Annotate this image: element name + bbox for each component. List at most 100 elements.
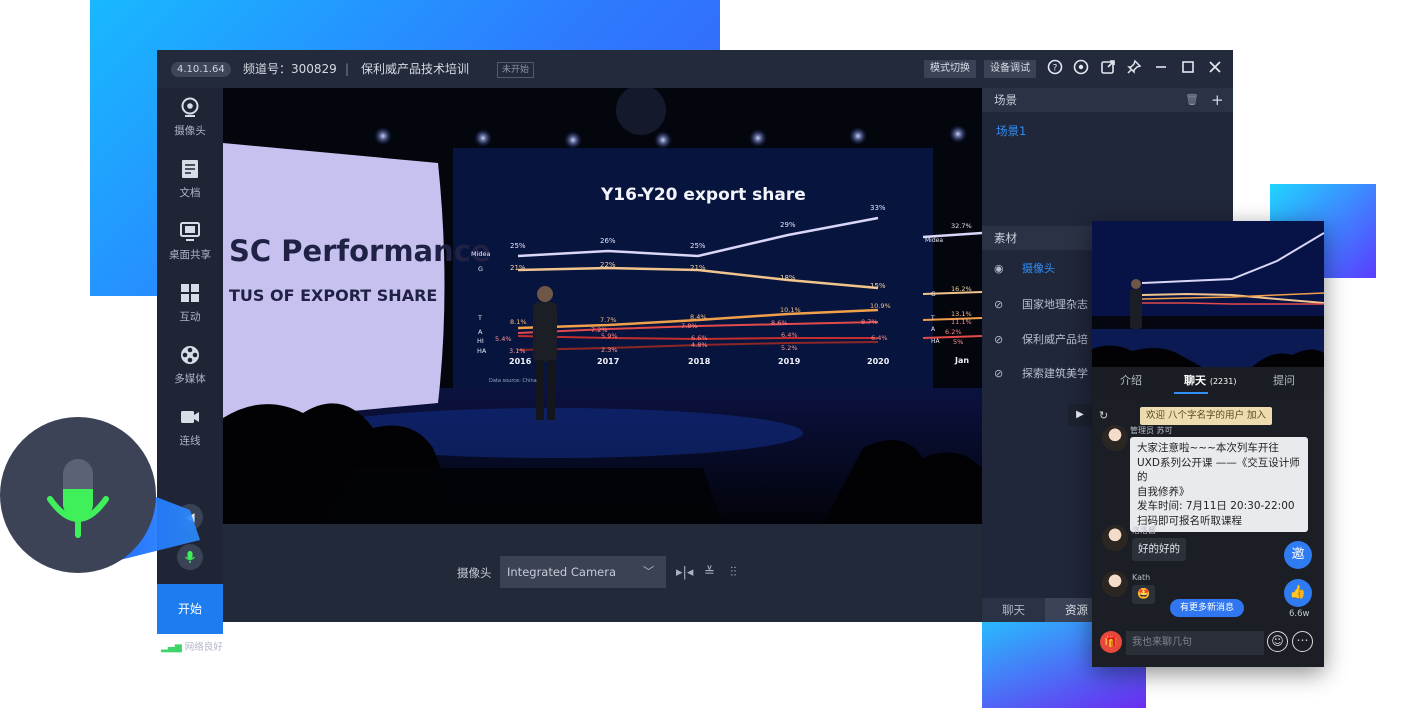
title-separator: | <box>345 62 350 76</box>
tab-chat[interactable]: 聊天 (2231) <box>1184 367 1236 395</box>
source-note: Data source: China <box>489 378 537 384</box>
microphone-icon <box>47 459 109 538</box>
mirror-horizontal-icon[interactable]: ▸|◂ <box>676 565 693 580</box>
microphone-button[interactable] <box>177 544 203 570</box>
sidebar-item-label: 文档 <box>179 187 201 199</box>
tab-chat[interactable]: 聊天 <box>982 598 1045 622</box>
chat-count: (2231) <box>1209 377 1237 386</box>
scene-item-1[interactable]: 场景1 <box>996 123 1026 139</box>
start-button[interactable]: 开始 <box>157 584 223 634</box>
sidebar-item-label: 连线 <box>179 435 201 447</box>
sidebar-item-screen-share[interactable]: 桌面共享 <box>157 212 223 274</box>
material-item[interactable]: ⊘ 国家地理杂志 <box>994 296 1088 312</box>
year-label: Jan <box>955 356 970 365</box>
tab-chat-label: 聊天 <box>1184 374 1206 387</box>
sidebar-item-camera[interactable]: 摄像头 <box>157 88 223 150</box>
document-icon <box>178 158 202 182</box>
version-badge: 4.10.1.64 <box>171 62 231 77</box>
series-label: T <box>931 315 935 322</box>
signal-icon: ▂▄▆ <box>161 643 182 653</box>
value-label: 33% <box>870 204 886 212</box>
eye-icon: ◉ <box>994 262 1004 275</box>
value-label: 5.9% <box>601 332 618 340</box>
slide-title: SC Performance <box>229 234 491 268</box>
series-label: G <box>478 265 484 273</box>
sidebar-item-label: 多媒体 <box>174 373 206 385</box>
grid-icon <box>178 282 202 306</box>
maximize-icon[interactable] <box>1178 59 1198 79</box>
sidebar-item-connect[interactable]: 连线 <box>157 398 223 460</box>
material-item[interactable]: ◉ 摄像头 <box>994 260 1055 276</box>
value-label: 25% <box>690 242 706 250</box>
refresh-icon[interactable]: ↻ <box>1099 409 1108 422</box>
value-label: 18% <box>780 274 796 282</box>
value-label: 5.2% <box>781 344 798 352</box>
year-label: 2020 <box>867 357 890 366</box>
emoji-icon[interactable]: ☺ <box>1267 631 1288 652</box>
chat-username: 管理员 苏可 <box>1130 426 1173 435</box>
app-window: 4.10.1.64 频道号：300829 | 保利威产品技术培训 未开始 模式切… <box>157 50 1233 653</box>
value-label: 6.2% <box>945 328 962 336</box>
help-icon[interactable]: ? <box>1045 59 1065 79</box>
chat-username: 洛洛酱 <box>1132 526 1156 535</box>
trash-icon[interactable]: 🗑 <box>1185 88 1199 112</box>
avatar <box>1102 571 1128 597</box>
video-call-icon <box>178 406 202 430</box>
adjust-icon[interactable]: ⫶⫶ <box>730 565 737 580</box>
chat-message-bubble: 🤩 <box>1132 585 1156 604</box>
add-icon[interactable]: + <box>1211 88 1224 112</box>
value-label: 21% <box>510 264 526 272</box>
sidebar-item-media[interactable]: 多媒体 <box>157 336 223 398</box>
speaker-button[interactable]: ◀ <box>177 504 203 530</box>
value-label: 8.4% <box>690 313 707 321</box>
value-label: 8.1% <box>510 318 527 326</box>
series-label: A <box>478 328 483 336</box>
more-options-icon[interactable]: ⋯ <box>1292 631 1313 652</box>
chat-line: 自我修养》 <box>1137 485 1190 498</box>
value-label: 32.7% <box>951 222 972 230</box>
series-label: T <box>478 314 482 322</box>
material-item[interactable]: ⊘ 保利威产品培 <box>994 331 1088 347</box>
material-label: 探索建筑美学 <box>1022 367 1088 380</box>
material-label: 保利威产品培 <box>1022 333 1088 346</box>
value-label: 6.4% <box>871 334 888 342</box>
device-test-button[interactable]: 设备调试 <box>984 60 1036 78</box>
chat-input[interactable]: 我也来聊几句 <box>1126 631 1264 655</box>
camera-select[interactable]: Integrated Camera ﹀ <box>500 556 666 588</box>
mirror-vertical-icon[interactable]: ≚ <box>704 565 715 580</box>
pin-icon[interactable] <box>1124 59 1144 79</box>
eye-hidden-icon: ⊘ <box>994 298 1004 311</box>
play-button[interactable]: ▶ <box>1068 404 1092 426</box>
material-item[interactable]: ⊘ 探索建筑美学 <box>994 365 1088 381</box>
minimize-icon[interactable] <box>1151 59 1171 79</box>
year-label: 2018 <box>688 357 711 366</box>
mode-switch-button[interactable]: 模式切换 <box>924 60 976 78</box>
invite-label: 邀 <box>1291 547 1305 562</box>
series-label: HA <box>931 338 940 345</box>
like-count: 6.6w <box>1289 609 1310 619</box>
chat-line: 扫码即可报名听取课程 <box>1137 514 1242 527</box>
material-label: 国家地理杂志 <box>1022 298 1088 311</box>
speaker-icon: ◀ <box>185 510 195 524</box>
value-label: 13.1% <box>951 310 972 318</box>
tab-question[interactable]: 提问 <box>1273 367 1295 395</box>
tab-intro[interactable]: 介绍 <box>1120 367 1142 395</box>
sidebar-item-interact[interactable]: 互动 <box>157 274 223 336</box>
sidebar-item-label: 摄像头 <box>174 125 206 137</box>
invite-button[interactable]: 邀 <box>1284 541 1312 569</box>
value-label: 15% <box>870 282 886 290</box>
value-label: 8.6% <box>771 319 788 327</box>
mobile-video <box>1092 221 1324 367</box>
sidebar-item-document[interactable]: 文档 <box>157 150 223 212</box>
settings-icon[interactable] <box>1071 59 1091 79</box>
title-bar: 4.10.1.64 频道号：300829 | 保利威产品技术培训 未开始 模式切… <box>157 50 1233 88</box>
like-button[interactable]: 👍 <box>1284 579 1312 607</box>
gift-icon[interactable]: 🎁 <box>1100 631 1122 653</box>
close-icon[interactable] <box>1205 59 1225 79</box>
more-messages-button[interactable]: 有更多新消息 <box>1170 599 1245 617</box>
series-label: A <box>931 326 936 333</box>
webcam-icon <box>178 96 202 120</box>
series-label: Midea <box>471 250 491 258</box>
chevron-down-icon: ﹀ <box>643 565 654 578</box>
share-icon[interactable] <box>1098 59 1118 79</box>
